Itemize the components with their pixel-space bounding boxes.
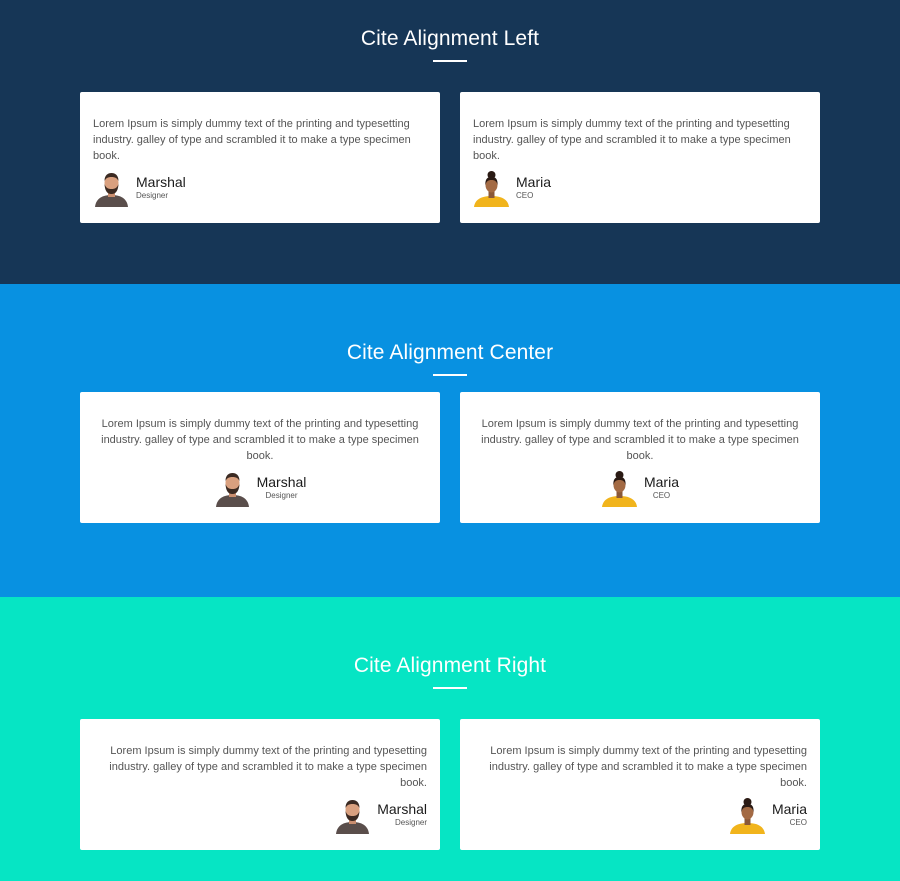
woman-avatar-icon xyxy=(729,797,766,834)
cite-text: Marshal Designer xyxy=(136,174,186,200)
testimonial-card: Lorem Ipsum is simply dummy text of the … xyxy=(460,392,820,523)
cite-name: Maria xyxy=(643,474,679,490)
cite-name: Marshal xyxy=(377,801,427,817)
section-title: Cite Alignment Left xyxy=(360,27,540,50)
cite-text: Maria CEO xyxy=(516,174,552,200)
cite-role: Designer xyxy=(265,491,298,500)
title-underline xyxy=(433,60,467,62)
section-cite-left: Cite Alignment Left Lorem Ipsum is simpl… xyxy=(0,0,900,284)
testimonial-quote: Lorem Ipsum is simply dummy text of the … xyxy=(481,418,799,462)
testimonial-quote: Lorem Ipsum is simply dummy text of the … xyxy=(489,745,807,789)
testimonial-cite: Marshal Designer xyxy=(93,470,427,507)
section-cite-right: Cite Alignment Right Lorem Ipsum is simp… xyxy=(0,597,900,881)
cite-name: Maria xyxy=(771,801,807,817)
testimonial-card: Lorem Ipsum is simply dummy text of the … xyxy=(460,92,820,223)
avatar xyxy=(473,170,510,207)
testimonial-quote: Lorem Ipsum is simply dummy text of the … xyxy=(93,118,411,162)
man-avatar-icon xyxy=(214,470,251,507)
testimonial-card: Lorem Ipsum is simply dummy text of the … xyxy=(80,92,440,223)
man-avatar-icon xyxy=(334,797,371,834)
man-avatar-icon xyxy=(93,170,130,207)
cite-role: Designer xyxy=(394,818,427,827)
avatar xyxy=(601,470,638,507)
section-title: Cite Alignment Right xyxy=(353,654,547,677)
testimonial-card: Lorem Ipsum is simply dummy text of the … xyxy=(80,719,440,850)
cite-text: Marshal Designer xyxy=(377,801,427,827)
title-underline xyxy=(433,687,467,689)
cite-name: Maria xyxy=(516,174,552,190)
testimonial-cite: Marshal Designer xyxy=(93,797,427,834)
avatar xyxy=(334,797,371,834)
cite-text: Maria CEO xyxy=(771,801,807,827)
woman-avatar-icon xyxy=(601,470,638,507)
cite-role: CEO xyxy=(789,818,807,827)
cite-text: Marshal Designer xyxy=(256,474,307,500)
avatar xyxy=(729,797,766,834)
testimonial-quote: Lorem Ipsum is simply dummy text of the … xyxy=(101,418,419,462)
cite-name: Marshal xyxy=(136,174,186,190)
cite-role: Designer xyxy=(136,191,169,200)
testimonial-cite: Marshal Designer xyxy=(93,170,427,207)
testimonial-quote: Lorem Ipsum is simply dummy text of the … xyxy=(473,118,791,162)
avatar xyxy=(214,470,251,507)
testimonial-quote: Lorem Ipsum is simply dummy text of the … xyxy=(109,745,427,789)
woman-avatar-icon xyxy=(473,170,510,207)
testimonial-cite: Maria CEO xyxy=(473,797,807,834)
cite-role: CEO xyxy=(516,191,534,200)
testimonial-cite: Maria CEO xyxy=(473,470,807,507)
testimonial-cite: Maria CEO xyxy=(473,170,807,207)
avatar xyxy=(93,170,130,207)
cite-text: Maria CEO xyxy=(643,474,679,500)
testimonial-card: Lorem Ipsum is simply dummy text of the … xyxy=(460,719,820,850)
title-underline xyxy=(433,374,467,376)
cite-role: CEO xyxy=(652,491,671,500)
section-cite-center: Cite Alignment Center Lorem Ipsum is sim… xyxy=(0,284,900,597)
cite-name: Marshal xyxy=(256,474,307,490)
section-title: Cite Alignment Center xyxy=(346,341,554,364)
testimonial-card: Lorem Ipsum is simply dummy text of the … xyxy=(80,392,440,523)
